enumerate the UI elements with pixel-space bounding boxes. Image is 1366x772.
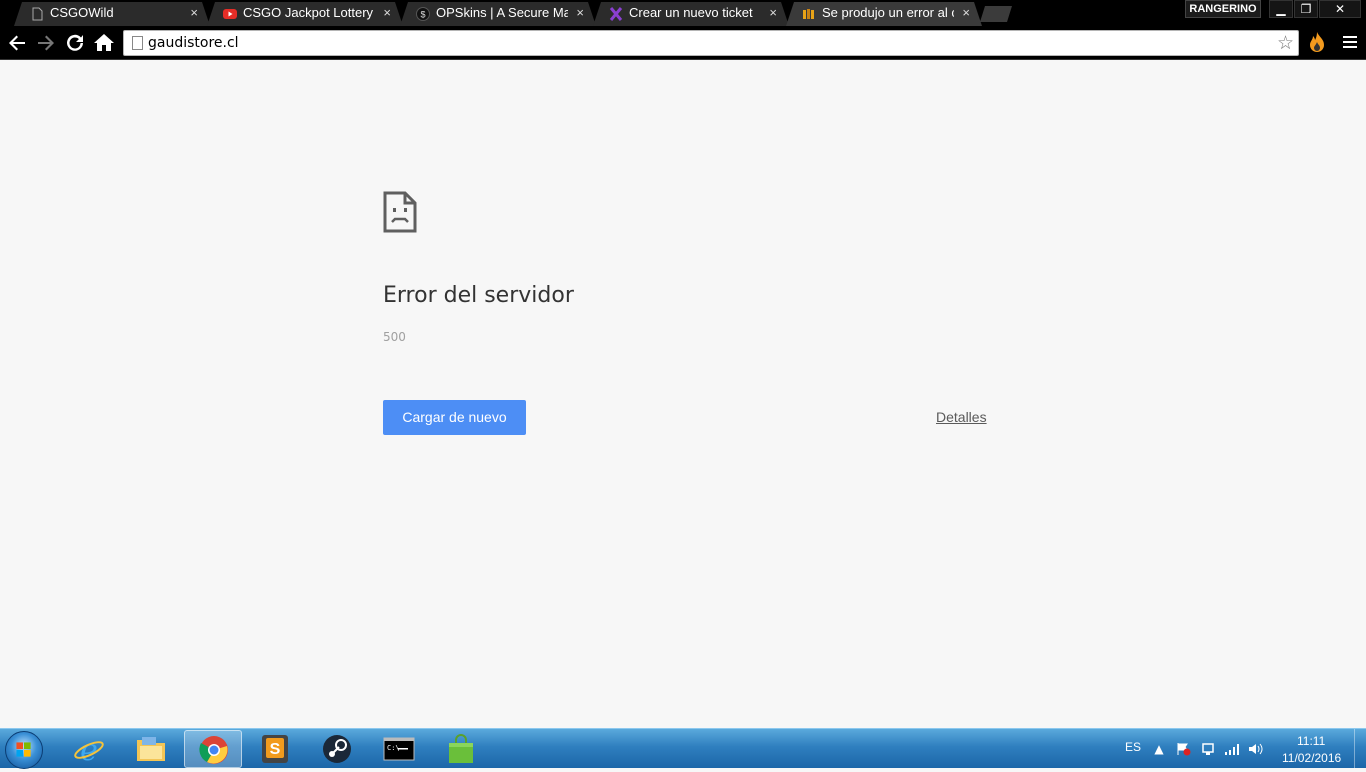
internet-explorer-icon: e [74,734,104,764]
svg-text:C:\: C:\ [387,744,400,752]
steam-icon [323,735,351,763]
server-icon [802,7,816,21]
tab-close-icon[interactable]: × [769,2,777,24]
taskbar-internet-explorer[interactable]: e [60,730,118,768]
tab-csgo-jackpot[interactable]: CSGO Jackpot Lottery WEB × [207,2,403,26]
back-arrow-icon[interactable] [5,31,29,55]
network-device-icon[interactable] [1200,742,1216,756]
taskbar-file-explorer[interactable] [122,730,180,768]
reload-button[interactable]: Cargar de nuevo [383,400,526,435]
error-page: Error del servidor 500 Cargar de nuevo D… [0,61,1366,728]
taskbar-chrome[interactable] [184,730,242,768]
command-prompt-icon: C:\ [383,737,415,761]
svg-text:$: $ [420,10,425,20]
blank-page-icon [30,7,44,21]
clock-time[interactable]: 11:11 [1297,734,1325,748]
tab-close-icon[interactable]: × [576,2,584,24]
chrome-icon [199,736,228,764]
clock-date[interactable]: 11/02/2016 [1282,751,1341,765]
tab-close-icon[interactable]: × [190,2,198,24]
tab-opskins[interactable]: $ OPSkins | A Secure Market × [400,2,596,26]
page-icon [132,36,143,50]
new-tab-button[interactable] [980,6,1012,22]
folder-icon [137,737,165,761]
address-bar[interactable]: ☆ [123,30,1299,56]
taskbar-sublime-text[interactable]: S [246,730,304,768]
taskbar-steam[interactable] [308,730,366,768]
url-input[interactable] [148,33,1268,53]
tab-title: OPSkins | A Secure Market [436,5,568,20]
action-center-flag-icon[interactable] [1175,742,1191,756]
flame-extension-icon[interactable] [1308,31,1326,53]
svg-text:e: e [80,734,98,764]
taskbar-shopping-bag[interactable] [432,730,490,768]
tab-close-icon[interactable]: × [962,2,970,24]
ticket-icon [609,7,623,21]
youtube-icon [223,7,237,21]
error-code: 500 [383,330,406,344]
error-title: Error del servidor [383,283,574,308]
minimize-button[interactable]: ▁ [1269,0,1293,18]
opskins-icon: $ [416,7,430,21]
signal-bars-icon[interactable] [1224,742,1240,756]
tab-close-icon[interactable]: × [383,2,391,24]
profile-button[interactable]: RANGERINO [1185,0,1261,18]
tab-title: Se produjo un error al cargar [822,5,948,20]
tab-error-active[interactable]: Se produjo un error al cargar × [786,2,982,26]
tab-title: Crear un nuevo ticket [629,5,753,20]
tab-crear-ticket[interactable]: Crear un nuevo ticket × [593,2,789,26]
close-window-button[interactable]: ✕ [1319,0,1361,18]
windows-taskbar: e S C:\ ES ▲ 11:11 11/02/2016 [0,728,1366,769]
svg-text:S: S [270,741,281,758]
show-desktop-button[interactable] [1354,729,1366,769]
details-link[interactable]: Detalles [936,409,987,425]
tab-title: CSGOWild [50,5,114,20]
show-hidden-icons-icon[interactable]: ▲ [1151,742,1167,756]
reload-icon[interactable] [63,31,87,55]
tab-strip: CSGOWild × CSGO Jackpot Lottery WEB × $ … [0,0,1366,26]
volume-icon[interactable] [1248,742,1264,756]
chrome-menu-icon[interactable] [1340,33,1360,53]
home-icon[interactable] [92,31,116,55]
windows-logo-icon [16,742,31,757]
tab-title: CSGO Jackpot Lottery WEB [243,5,374,20]
sublime-text-icon: S [262,735,288,763]
sad-page-icon [383,191,417,233]
tab-csgowild[interactable]: CSGOWild × [14,2,210,26]
start-button[interactable] [5,731,43,769]
bookmark-star-icon[interactable]: ☆ [1277,32,1294,54]
taskbar-command-prompt[interactable]: C:\ [370,730,428,768]
forward-arrow-icon[interactable] [34,31,58,55]
shopping-bag-icon [449,734,473,763]
browser-toolbar: ☆ [0,26,1366,60]
language-indicator[interactable]: ES [1125,740,1141,754]
restore-button[interactable]: ❐ [1294,0,1318,18]
